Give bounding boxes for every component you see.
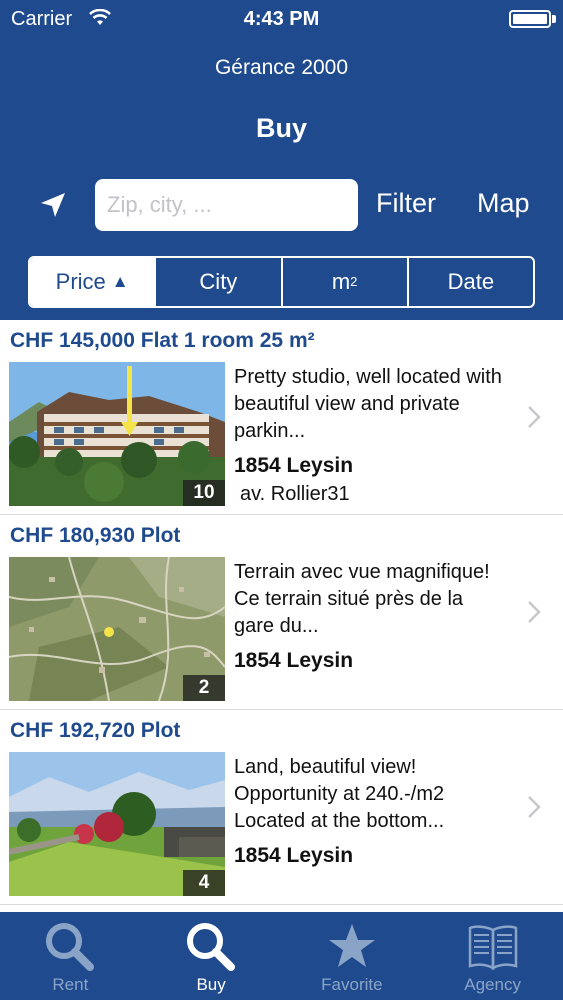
sort-area-label: m — [331, 269, 351, 294]
listing-description: Terrain avec vue magnifique! Ce terrain … — [234, 561, 490, 637]
header: Carrier 4:43 PM Gérance 2000 Buy Filter … — [0, 0, 563, 320]
agency-name: Gérance 2000 — [214, 56, 349, 79]
listing-description: Land, beautiful view! Opportunity at 240… — [234, 756, 445, 832]
listing-title: CHF 145,000 Flat 1 room 25 m² — [10, 329, 315, 352]
chevron-right-icon — [528, 601, 541, 623]
listing-description: Pretty studio, well located with beautif… — [234, 366, 502, 442]
page-title: Buy — [255, 113, 307, 143]
sort-by-date[interactable]: Date — [409, 258, 533, 306]
sort-ascending-icon: ▲ — [111, 272, 129, 291]
map-button[interactable]: Map — [477, 188, 530, 219]
tab-agency[interactable]: Agency — [422, 912, 563, 1000]
photo-count-badge: 2 — [183, 675, 225, 701]
tab-rent[interactable]: Rent — [0, 912, 141, 1000]
listing-photo: 4 — [9, 752, 225, 896]
tab-bar: Rent Buy Favorite Agency — [0, 912, 563, 1000]
clock: 4:43 PM — [243, 8, 320, 30]
tab-favorite[interactable]: Favorite — [282, 912, 423, 1000]
listing-photo: 2 — [9, 557, 225, 701]
sort-date-label: Date — [447, 269, 495, 294]
sort-segmented-control: Price ▲ City m2 Date — [28, 256, 535, 308]
listing-photo: 10 — [9, 362, 225, 506]
listing-item[interactable]: CHF 145,000 Flat 1 room 25 m² 10 Pretty … — [0, 320, 563, 515]
listing-title: CHF 180,930 Plot — [10, 524, 181, 547]
chevron-right-icon — [528, 406, 541, 428]
sort-by-area[interactable]: m2 — [283, 258, 409, 306]
battery-tip — [552, 15, 556, 23]
sort-by-city[interactable]: City — [156, 258, 283, 306]
search-input[interactable] — [95, 179, 358, 231]
battery-icon — [509, 10, 551, 28]
location-arrow-icon[interactable] — [38, 190, 68, 220]
listing-list: CHF 145,000 Flat 1 room 25 m² 10 Pretty … — [0, 320, 563, 912]
listing-street: av. Rollier31 — [240, 483, 350, 505]
tab-favorite-label: Favorite — [321, 975, 383, 994]
sort-city-label: City — [199, 269, 238, 294]
sort-price-label: Price — [55, 269, 106, 294]
tab-buy-label: Buy — [196, 975, 226, 994]
photo-count-badge: 4 — [183, 870, 225, 896]
search-icon — [46, 923, 95, 971]
chevron-right-icon — [528, 796, 541, 818]
sort-by-price[interactable]: Price ▲ — [30, 258, 157, 306]
photo-count-badge: 10 — [183, 480, 225, 506]
status-bar: Carrier 4:43 PM — [0, 0, 563, 38]
filter-button[interactable]: Filter — [376, 188, 436, 219]
star-icon — [328, 924, 375, 967]
listing-item[interactable]: CHF 180,930 Plot 2 Terrain avec vue magn… — [0, 515, 563, 710]
listing-city: 1854 Leysin — [234, 844, 354, 867]
listing-item[interactable]: CHF 192,720 Plot 4 Land, beautiful view!… — [0, 710, 563, 905]
tab-rent-label: Rent — [52, 975, 89, 994]
search-icon — [187, 923, 236, 971]
listing-city: 1854 Leysin — [234, 454, 354, 477]
tab-agency-label: Agency — [464, 975, 521, 994]
listing-city: 1854 Leysin — [234, 649, 354, 672]
tab-buy[interactable]: Buy — [141, 912, 282, 1000]
listing-title: CHF 192,720 Plot — [10, 719, 181, 742]
book-icon — [468, 925, 517, 971]
